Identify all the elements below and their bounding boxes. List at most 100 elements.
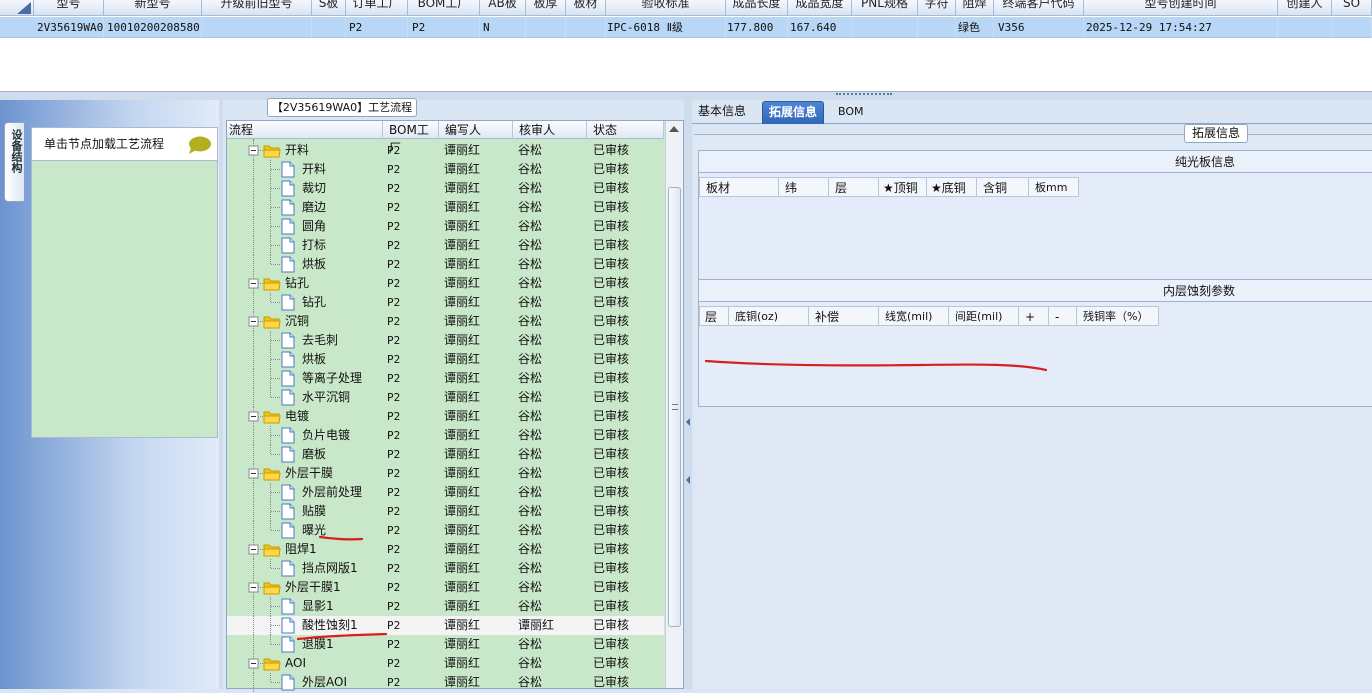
flow-step-name[interactable]: 电镀 (285, 407, 309, 426)
flow-tree-row[interactable]: 开料 P2 谭丽红 谷松 已审核 (227, 160, 664, 179)
flow-tree-row[interactable]: 负片电镀 P2 谭丽红 谷松 已审核 (227, 426, 664, 445)
cell-customer-code[interactable]: V356 (994, 17, 1084, 38)
flow-step-name[interactable]: 外层AOI (302, 673, 347, 692)
cell-pnl[interactable] (852, 17, 918, 38)
col-header-length[interactable]: 成品长度 (726, 0, 788, 15)
col-header-width[interactable]: 成品宽度 (788, 0, 852, 15)
col-header-so[interactable]: SO (1332, 0, 1372, 15)
col-residual-copper[interactable]: 残铜率（%） (1077, 306, 1159, 326)
flow-step-name[interactable]: 烘板 (302, 350, 326, 369)
flow-step-name[interactable]: 沉铜 (285, 312, 309, 331)
cell-model[interactable]: 2V35619WA0 (34, 17, 104, 38)
flow-tree-row[interactable]: AOI P2 谭丽红 谷松 已审核 (227, 654, 664, 673)
col-board-mm[interactable]: 板mm (1029, 177, 1079, 197)
flow-tree-row[interactable]: 显影1 P2 谭丽红 谷松 已审核 (227, 597, 664, 616)
cell-so[interactable] (1332, 17, 1372, 38)
center-splitter[interactable] (684, 100, 692, 689)
flow-tree-row[interactable]: 退膜1 P2 谭丽红 谷松 已审核 (227, 635, 664, 654)
flow-tree-row[interactable]: 去毛刺 P2 谭丽红 谷松 已审核 (227, 331, 664, 350)
cell-thickness[interactable] (526, 17, 566, 38)
col-layer[interactable]: 层 (829, 177, 879, 197)
flow-tree-row[interactable]: 打标 P2 谭丽红 谷松 已审核 (227, 236, 664, 255)
col-header-solder-mask[interactable]: 阻焊 (956, 0, 994, 15)
flow-step-name[interactable]: 圆角 (302, 217, 326, 236)
flow-tree-row[interactable]: 酸性蚀刻1 P2 谭丽红 谭丽红 已审核 (227, 616, 664, 635)
flow-step-name[interactable]: 烘板 (302, 255, 326, 274)
col-copper-included[interactable]: 含铜 (977, 177, 1029, 197)
cell-created[interactable]: 2025-12-29 17:54:27 (1084, 17, 1278, 38)
col-header-char[interactable]: 字符 (918, 0, 956, 15)
tab-basic-info[interactable]: 基本信息 (692, 101, 752, 124)
cell-s-board[interactable] (312, 17, 346, 38)
col-header-ab-board[interactable]: AB板 (480, 0, 526, 15)
col-header-standard[interactable]: 验收标准 (606, 0, 726, 15)
flow-tree-row[interactable]: 等离子处理 P2 谭丽红 谷松 已审核 (227, 369, 664, 388)
flow-step-name[interactable]: 裁切 (302, 179, 326, 198)
col-header-customer-code[interactable]: 终端客户代码 (994, 0, 1084, 15)
cell-char[interactable] (918, 17, 956, 38)
col-header-writer[interactable]: 编写人 (439, 121, 513, 139)
col-header-status[interactable]: 状态 (587, 121, 664, 139)
cell-new-model[interactable]: 10010200208580 (104, 17, 202, 38)
flow-step-name[interactable]: 磨板 (302, 445, 326, 464)
flow-tree-scroll-thumb[interactable] (668, 187, 681, 627)
col-header-material[interactable]: 板材 (566, 0, 606, 15)
flow-step-name[interactable]: 外层前处理 (302, 483, 362, 502)
flow-step-name[interactable]: 等离子处理 (302, 369, 362, 388)
col-spacing[interactable]: 间距(mil) (949, 306, 1019, 326)
cell-width[interactable]: 167.640 (788, 17, 852, 38)
horizontal-splitter[interactable] (0, 92, 1372, 100)
col-top-copper[interactable]: ★顶铜 (879, 177, 927, 197)
flow-step-name[interactable]: 退膜1 (302, 635, 334, 654)
cell-bom-factory[interactable]: P2 (408, 17, 480, 38)
flow-tree-row[interactable]: 烘板 P2 谭丽红 谷松 已审核 (227, 255, 664, 274)
grid-corner[interactable] (0, 0, 34, 15)
flow-tree-row[interactable]: 外层前处理 P2 谭丽红 谷松 已审核 (227, 483, 664, 502)
flow-tree-row[interactable]: 烘板 P2 谭丽红 谷松 已审核 (227, 350, 664, 369)
flow-tree-row[interactable]: 水平沉铜 P2 谭丽红 谷松 已审核 (227, 388, 664, 407)
flow-tree-row[interactable]: 贴膜 P2 谭丽红 谷松 已审核 (227, 502, 664, 521)
flow-step-name[interactable]: 外层干膜 (285, 464, 333, 483)
col-bottom-copper[interactable]: ★底铜 (927, 177, 977, 197)
flow-tree-row[interactable]: 外层干膜1 P2 谭丽红 谷松 已审核 (227, 578, 664, 597)
cell-ab-board[interactable]: N (480, 17, 526, 38)
flow-tree-scrollbar[interactable] (665, 121, 683, 688)
flow-tree-row[interactable]: 钻孔 P2 谭丽红 谷松 已审核 (227, 274, 664, 293)
flow-step-name[interactable]: 阻焊1 (285, 540, 317, 559)
left-splitter[interactable] (219, 100, 223, 689)
col-line-width[interactable]: 线宽(mil) (879, 306, 949, 326)
flow-tree-row[interactable]: 裁切 P2 谭丽红 谷松 已审核 (227, 179, 664, 198)
cell-creator[interactable] (1278, 17, 1332, 38)
cell-material[interactable] (566, 17, 606, 38)
flow-step-name[interactable]: 打标 (302, 236, 326, 255)
col-header-created[interactable]: 型号创建时间 (1084, 0, 1278, 15)
flow-step-name[interactable]: 开料 (285, 141, 309, 160)
flow-tree-row[interactable]: 磨板 P2 谭丽红 谷松 已审核 (227, 445, 664, 464)
cell-old-model[interactable] (202, 17, 312, 38)
col-header-thickness[interactable]: 板厚 (526, 0, 566, 15)
flow-tree-row[interactable]: 开料 P2 谭丽红 谷松 已审核 (227, 141, 664, 160)
tab-extended-info[interactable]: 拓展信息 (762, 101, 825, 124)
col-header-pnl[interactable]: PNL规格 (852, 0, 918, 15)
flow-step-name[interactable]: 去毛刺 (302, 331, 338, 350)
col-header-new-model[interactable]: 新型号 (104, 0, 202, 15)
col-header-bom-factory[interactable]: BOM工厂 (408, 0, 480, 15)
col-header-order-factory[interactable]: 订单工厂 (346, 0, 408, 15)
col-base-copper[interactable]: 底铜(oz) (729, 306, 809, 326)
col-weft[interactable]: 纬 (779, 177, 829, 197)
flow-step-name[interactable]: 曝光 (302, 521, 326, 540)
cell-standard[interactable]: IPC-6018 Ⅱ级 (606, 17, 726, 38)
flow-step-name[interactable]: AOI (285, 654, 306, 673)
col-plus[interactable]: + (1019, 306, 1049, 326)
flow-tree-row[interactable]: 阻焊1 P2 谭丽红 谷松 已审核 (227, 540, 664, 559)
flow-tree-row[interactable]: 圆角 P2 谭丽红 谷松 已审核 (227, 217, 664, 236)
flow-step-name[interactable]: 磨边 (302, 198, 326, 217)
col-header-s-board[interactable]: S板 (312, 0, 346, 15)
col-etch-layer[interactable]: 层 (699, 306, 729, 326)
flow-step-name[interactable]: 钻孔 (285, 274, 309, 293)
flow-step-name[interactable]: 钻孔 (302, 293, 326, 312)
col-header-flow-factory[interactable]: BOM工厂 (383, 121, 439, 155)
flow-tree-row[interactable]: 钻孔 P2 谭丽红 谷松 已审核 (227, 293, 664, 312)
col-board-material[interactable]: 板材 (699, 177, 779, 197)
col-header-reviewer[interactable]: 核审人 (513, 121, 587, 139)
